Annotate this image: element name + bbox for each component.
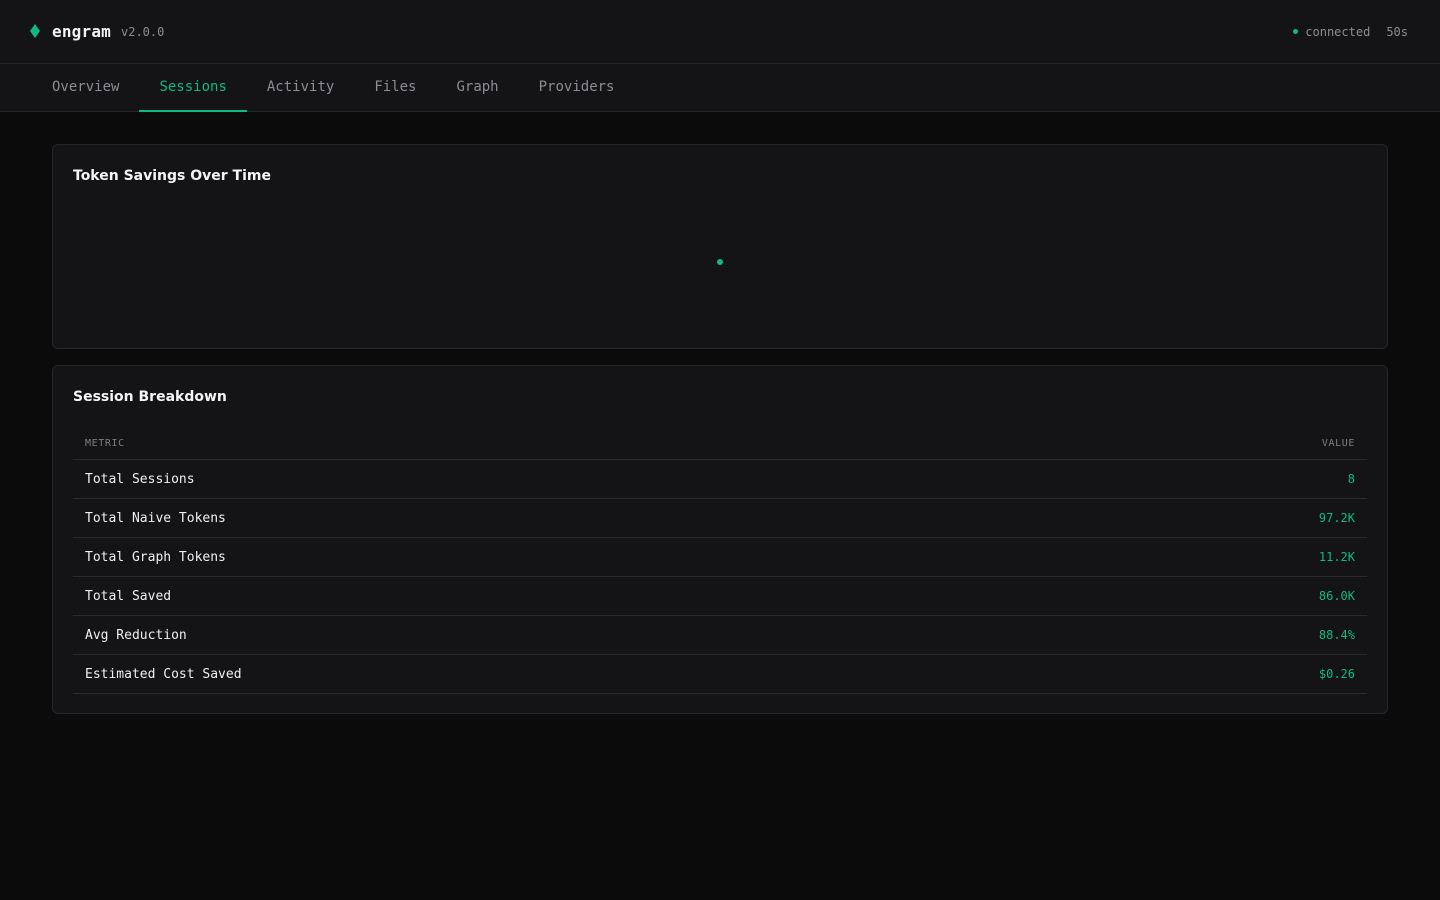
table-row: Avg Reduction 88.4% xyxy=(73,616,1367,655)
app-name: engram xyxy=(52,22,111,41)
row-metric: Total Sessions xyxy=(85,471,195,487)
uptime: 50s xyxy=(1386,24,1408,39)
tab-label: Overview xyxy=(52,78,120,95)
row-value: 97.2K xyxy=(1318,511,1355,525)
session-breakdown-panel: Session Breakdown METRIC VALUE Total Ses… xyxy=(52,365,1388,714)
token-savings-chart xyxy=(717,259,723,265)
table-row: Total Saved 86.0K xyxy=(73,577,1367,616)
row-metric: Total Graph Tokens xyxy=(85,549,226,565)
tab-bar: Overview Sessions Activity Files Graph P… xyxy=(0,64,1440,112)
row-metric: Total Saved xyxy=(85,588,172,604)
connection-status: connected 50s xyxy=(1293,25,1408,39)
table-row: Total Naive Tokens 97.2K xyxy=(73,499,1367,538)
tab-providers[interactable]: Providers xyxy=(519,64,635,111)
column-header-value: VALUE xyxy=(1321,438,1355,449)
row-value: $0.26 xyxy=(1318,667,1355,681)
app-version: v2.0.0 xyxy=(121,24,165,39)
tab-overview[interactable]: Overview xyxy=(32,64,139,111)
table-row: Estimated Cost Saved $0.26 xyxy=(73,655,1367,694)
table-header: METRIC VALUE xyxy=(73,428,1367,460)
row-value: 88.4% xyxy=(1318,628,1355,642)
row-value: 86.0K xyxy=(1318,589,1355,603)
panel-title: Session Breakdown xyxy=(73,389,227,405)
row-value: 8 xyxy=(1347,472,1355,486)
top-bar: engram v2.0.0 connected 50s xyxy=(0,0,1440,64)
tab-label: Sessions xyxy=(159,78,227,95)
tab-label: Activity xyxy=(266,78,335,95)
status-dot-icon xyxy=(1293,29,1299,34)
row-metric: Avg Reduction xyxy=(85,627,187,643)
row-metric: Total Naive Tokens xyxy=(85,510,226,526)
tab-label: Graph xyxy=(456,78,499,95)
tab-label: Files xyxy=(374,78,417,95)
status-text: connected xyxy=(1305,24,1371,39)
tab-graph[interactable]: Graph xyxy=(436,64,518,111)
data-point xyxy=(717,259,723,265)
tab-files[interactable]: Files xyxy=(354,64,436,111)
column-header-metric: METRIC xyxy=(85,438,125,449)
brand: engram v2.0.0 xyxy=(30,22,164,41)
table-row: Total Sessions 8 xyxy=(73,460,1367,499)
tab-label: Providers xyxy=(538,78,615,95)
tab-activity[interactable]: Activity xyxy=(247,64,354,111)
tab-sessions[interactable]: Sessions xyxy=(139,64,248,112)
row-value: 11.2K xyxy=(1318,550,1355,564)
row-metric: Estimated Cost Saved xyxy=(85,666,242,682)
token-savings-panel: Token Savings Over Time xyxy=(52,144,1388,349)
breakdown-table: METRIC VALUE Total Sessions 8 Total Naiv… xyxy=(73,428,1367,694)
table-row: Total Graph Tokens 11.2K xyxy=(73,538,1367,577)
diamond-icon xyxy=(30,23,40,38)
